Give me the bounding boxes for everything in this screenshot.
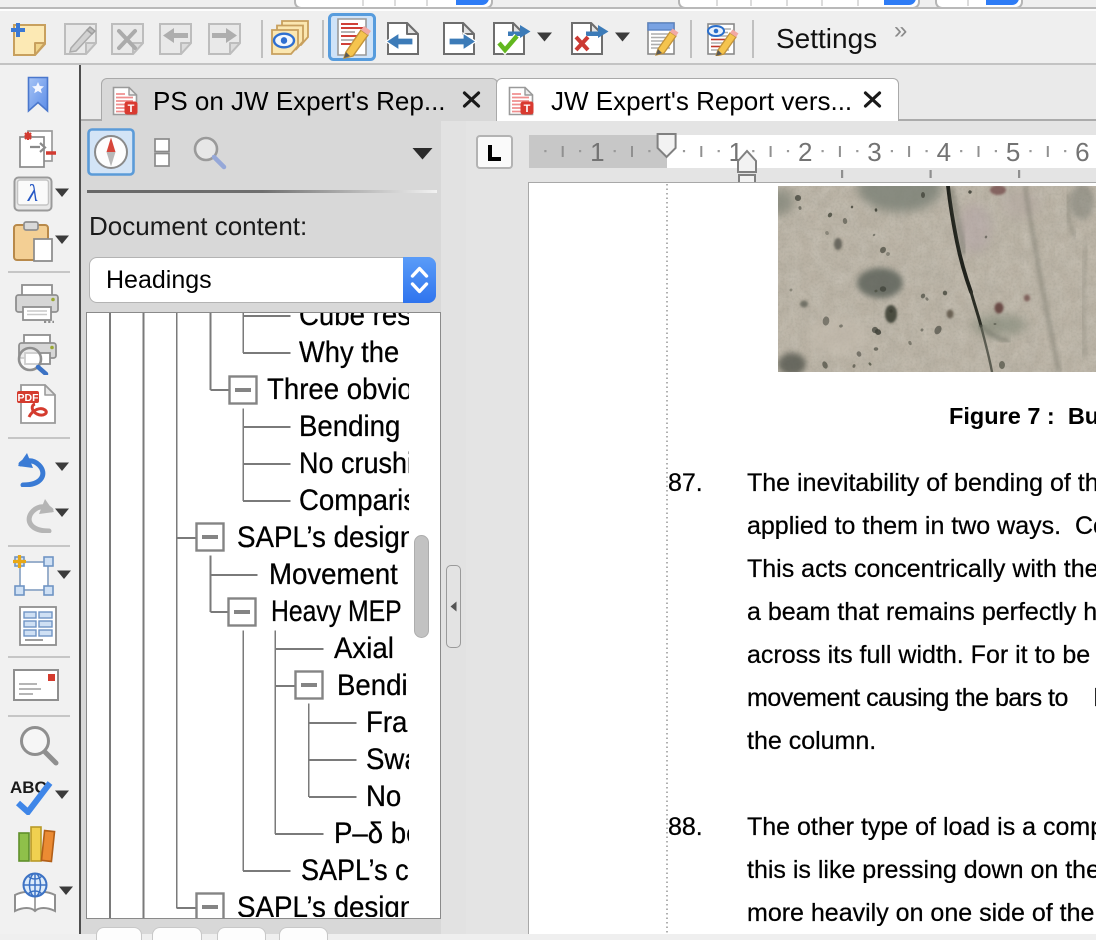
svg-text:6: 6	[1075, 137, 1089, 167]
svg-text:λ: λ	[27, 181, 38, 207]
svg-text:T: T	[524, 103, 531, 115]
svg-text:2: 2	[798, 137, 812, 167]
svg-text:1: 1	[590, 137, 604, 167]
svg-text:PDF: PDF	[18, 392, 40, 404]
svg-text:3: 3	[867, 137, 881, 167]
svg-text:T: T	[128, 103, 135, 115]
svg-text:5: 5	[1006, 137, 1020, 167]
svg-text:4: 4	[937, 137, 951, 167]
